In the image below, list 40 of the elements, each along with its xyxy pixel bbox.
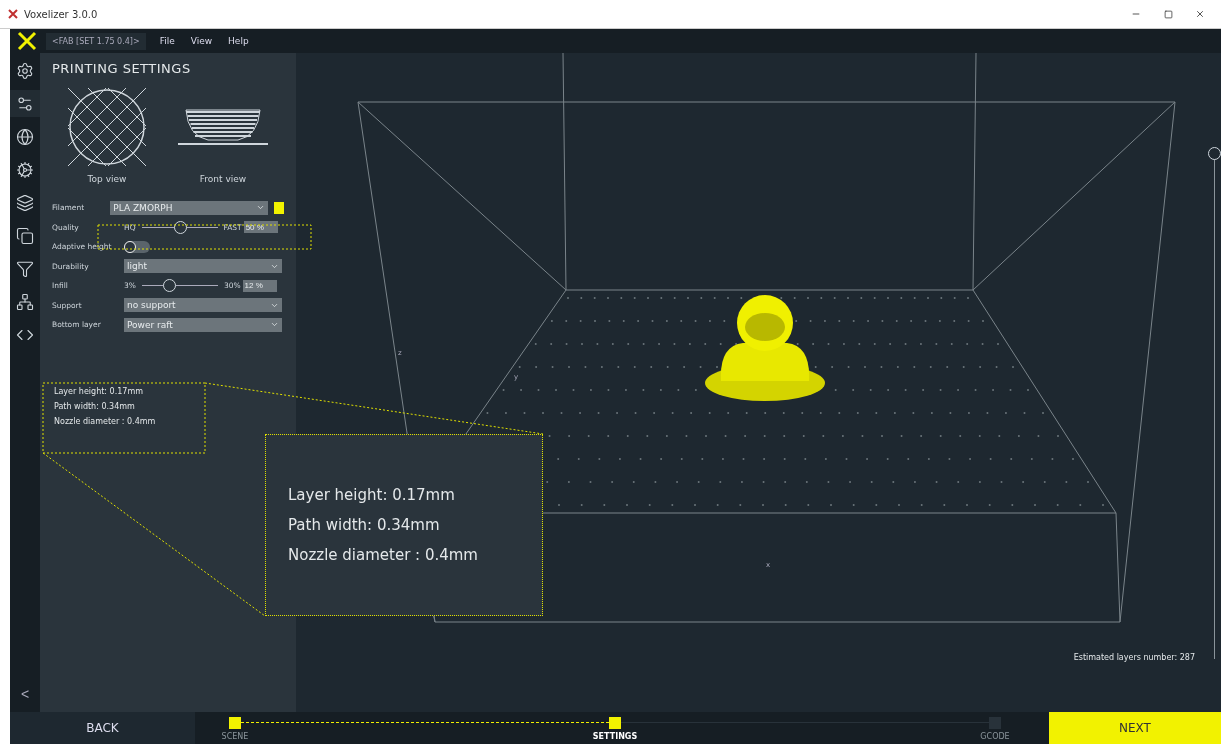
callout-text: Nozzle diameter : 0.4mm bbox=[288, 546, 479, 564]
step-tab[interactable]: GCODE bbox=[980, 732, 1010, 741]
color-swatch[interactable] bbox=[274, 201, 284, 214]
logo-icon bbox=[16, 30, 38, 52]
estimated-layers-text: Estimated layers number: 287 bbox=[1073, 653, 1195, 662]
info-text: Nozzle diameter : 0.4mm bbox=[54, 416, 157, 426]
rail-gear-list-icon[interactable] bbox=[10, 90, 40, 117]
collapse-button[interactable]: < bbox=[20, 686, 30, 702]
next-button[interactable]: NEXT bbox=[1049, 712, 1221, 744]
dropdown[interactable]: no support bbox=[124, 298, 282, 313]
step-tab[interactable]: SETTINGS bbox=[592, 732, 638, 741]
back-button[interactable]: BACK bbox=[10, 712, 195, 744]
menu-item[interactable]: Help bbox=[220, 32, 257, 50]
layer-slider-thumb[interactable] bbox=[1208, 147, 1221, 160]
slider-thumb[interactable] bbox=[162, 279, 176, 293]
preview-label: Front view bbox=[199, 174, 247, 184]
close-icon bbox=[1195, 9, 1205, 19]
slider-track[interactable] bbox=[141, 279, 218, 293]
value-field[interactable]: 12 % bbox=[242, 279, 277, 292]
layer-slider-track[interactable] bbox=[1208, 147, 1221, 659]
callout-text: Path width: 0.34mm bbox=[288, 516, 441, 534]
preview-label: Top view bbox=[87, 174, 127, 184]
dropdown[interactable]: light bbox=[124, 259, 282, 274]
info-text: Path width: 0.34mm bbox=[54, 401, 136, 411]
info-text: Layer height: 0.17mm bbox=[54, 386, 144, 396]
dropdown[interactable]: PLA ZMORPH bbox=[110, 200, 269, 215]
value-field[interactable]: 50 % bbox=[243, 221, 278, 234]
window-title: Voxelizer 3.0.0 bbox=[24, 8, 99, 20]
toggle-switch[interactable] bbox=[124, 240, 150, 253]
menu-item[interactable]: View bbox=[182, 32, 221, 50]
profile-button[interactable]: <FAB [SET 1.75 0.4]> bbox=[46, 32, 146, 50]
dropdown[interactable]: Power raft bbox=[124, 317, 282, 332]
panel-title: PRINTING SETTINGS bbox=[52, 61, 192, 76]
step-tab[interactable]: SCENE bbox=[221, 732, 249, 741]
callout-text: Layer height: 0.17mm bbox=[288, 486, 456, 504]
maximize-icon bbox=[1163, 9, 1173, 19]
slider-track[interactable] bbox=[141, 220, 218, 234]
app-icon bbox=[8, 9, 18, 19]
menu-item[interactable]: File bbox=[151, 32, 183, 50]
slider-thumb[interactable] bbox=[173, 220, 187, 234]
